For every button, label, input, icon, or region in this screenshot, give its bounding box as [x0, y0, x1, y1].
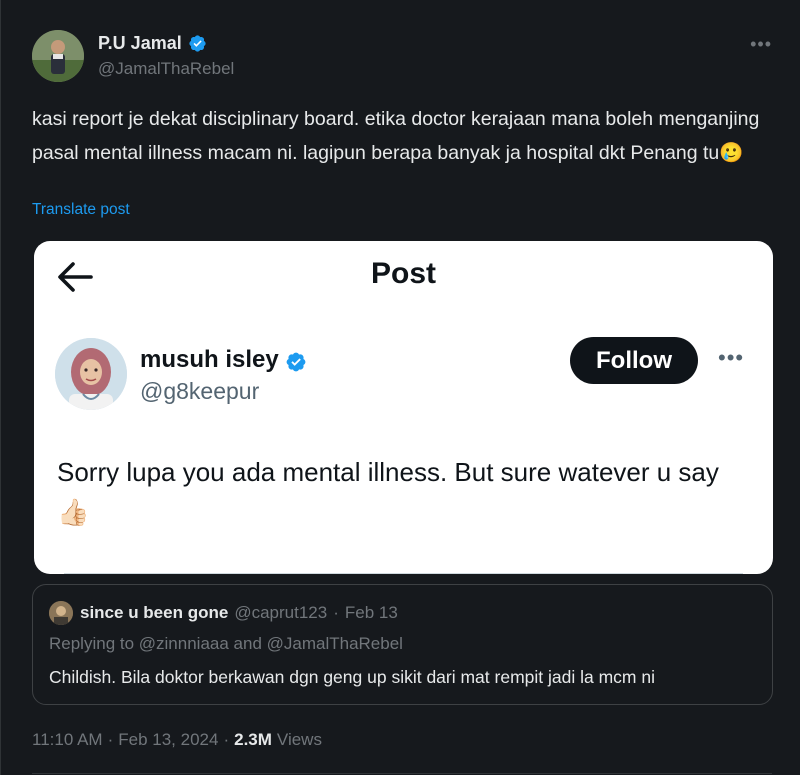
screenshot-header-title: Post	[370, 257, 436, 290]
tweet-date[interactable]: Feb 13, 2024	[118, 730, 218, 750]
verified-badge-icon	[188, 34, 207, 53]
divider	[32, 773, 772, 774]
verified-badge-icon	[285, 351, 306, 371]
screenshot-tweet-content: Sorry lupa you ada mental illness. But s…	[57, 457, 719, 487]
screenshot-display-name: musuh isley	[140, 346, 279, 373]
separator-dot: ·	[107, 730, 114, 749]
translate-post-link[interactable]: Translate post	[32, 201, 130, 219]
more-horizontal-icon[interactable]: •••	[750, 34, 772, 55]
quoted-replying-to: Replying to @zinnniaaa and @JamalThaRebe…	[49, 634, 403, 653]
tweet-time[interactable]: 11:10 AM	[32, 730, 103, 750]
screenshot-tweet-text: Sorry lupa you ada mental illness. But s…	[57, 452, 747, 532]
divider	[64, 573, 743, 574]
follow-button: Follow	[570, 337, 698, 384]
quoted-avatar[interactable]	[49, 601, 73, 625]
author-display-name[interactable]: P.U Jamal	[98, 33, 182, 54]
separator-dot: ·	[333, 603, 339, 622]
tweet-text: kasi report je dekat disciplinary board.…	[32, 102, 782, 170]
thumbs-up-emoji: 👍🏻	[57, 497, 90, 527]
views-count: 2.3M	[234, 730, 272, 749]
tweet-text-content: kasi report je dekat disciplinary board.…	[32, 108, 760, 164]
more-horizontal-icon: •••	[718, 345, 745, 370]
author-handle[interactable]: @JamalThaRebel	[98, 59, 234, 79]
smiling-tear-emoji: 🥲	[719, 142, 744, 164]
quoted-tweet[interactable]: since u been gone @caprut123 · Feb 13 Re…	[32, 584, 773, 705]
author-avatar[interactable]	[32, 30, 84, 82]
separator-dot: ·	[223, 730, 230, 749]
quoted-display-name[interactable]: since u been gone	[80, 603, 228, 623]
tweet-detail: P.U Jamal @JamalThaRebel ••• kasi report…	[0, 0, 800, 775]
screenshot-handle: @g8keepur	[140, 378, 260, 404]
quoted-tweet-text: Childish. Bila doktor berkawan dgn geng …	[49, 667, 655, 687]
quoted-handle[interactable]: @caprut123	[234, 603, 327, 623]
embedded-screenshot-image[interactable]: Post musuh isley @g8keepur Follow ••• So…	[34, 241, 773, 574]
tweet-meta: 11:10 AM · Feb 13, 2024 · 2.3M Views	[32, 730, 322, 750]
screenshot-avatar	[55, 338, 127, 410]
quoted-date[interactable]: Feb 13	[345, 603, 398, 623]
views-label: Views	[276, 730, 322, 749]
